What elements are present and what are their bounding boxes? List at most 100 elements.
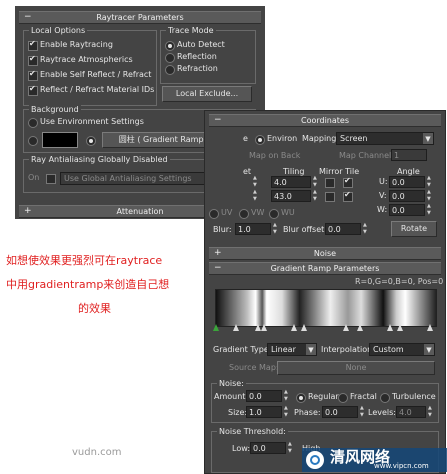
blur-offset-input[interactable]: 0.0	[325, 223, 361, 235]
refraction-radio[interactable]	[165, 65, 175, 75]
interpolation-dropdown[interactable]: Custom ▼	[369, 343, 435, 356]
mapping-value: Screen	[340, 134, 368, 143]
gradient-flag[interactable]	[301, 324, 307, 331]
wu-radio[interactable]	[269, 209, 279, 219]
size-input[interactable]: 1.0	[246, 406, 282, 418]
angle-u-input[interactable]: 0.0	[389, 176, 425, 188]
raytrace-atmospherics-label: Raytrace Atmospherics	[40, 55, 133, 64]
angle-v-input[interactable]: 0.0	[389, 190, 425, 202]
interpolation-value: Custom	[373, 345, 404, 354]
gradient-type-label: Gradient Type:	[213, 345, 272, 354]
auto-detect-radio[interactable]	[165, 41, 175, 51]
interpolation-label: Interpolation:	[321, 345, 375, 354]
angle-u-spinner[interactable]	[427, 175, 433, 189]
gradient-flag[interactable]	[397, 324, 403, 331]
angle-w-spinner[interactable]	[427, 203, 433, 217]
turbulence-radio[interactable]	[380, 393, 390, 403]
coordinates-title: Coordinates	[300, 116, 350, 125]
regular-radio[interactable]	[296, 393, 306, 403]
map-channel-label: Map Channel:	[339, 151, 394, 160]
size-spinner[interactable]	[284, 405, 290, 419]
antialias-dropdown[interactable]: Use Global Antialiasing Settings ▼	[60, 172, 220, 185]
turbulence-label: Turbulence	[392, 392, 436, 401]
material-editor-panel: − Coordinates e Environ Mapping: Screen …	[204, 110, 446, 474]
tile-v-checkbox[interactable]	[343, 190, 353, 202]
noise-rollout-header[interactable]: + Noise	[209, 247, 441, 260]
tiling-v-input[interactable]: 43.0	[271, 190, 311, 202]
amount-input[interactable]: 0.0	[246, 390, 282, 402]
gradient-flag[interactable]	[357, 324, 363, 331]
blur-offset-label: Blur offset:	[283, 225, 327, 234]
self-reflect-checkbox[interactable]	[28, 69, 38, 81]
environ-label: Environ	[267, 134, 298, 143]
brand-logo-icon	[306, 451, 324, 469]
amount-label: Amount:	[214, 392, 249, 401]
material-ids-checkbox[interactable]	[28, 84, 38, 96]
local-exclude-button[interactable]: Local Exclude...	[162, 86, 252, 102]
levels-label: Levels:	[368, 408, 396, 417]
gradient-ramp-bar[interactable]	[215, 289, 437, 327]
background-color-radio[interactable]	[28, 136, 38, 146]
gradient-flag[interactable]	[387, 324, 393, 331]
environ-radio[interactable]	[255, 135, 265, 145]
v-label: V:	[379, 191, 387, 200]
fractal-radio[interactable]	[338, 393, 348, 403]
levels-spinner[interactable]	[428, 405, 434, 419]
gradient-flag[interactable]	[291, 324, 297, 331]
low-input[interactable]: 0.0	[250, 442, 286, 454]
gradient-rollout-header[interactable]: − Gradient Ramp Parameters	[209, 262, 441, 275]
mapping-label: Mapping:	[302, 134, 340, 143]
uv-radio[interactable]	[209, 209, 219, 219]
phase-input[interactable]: 0.0	[322, 406, 358, 418]
source-map-button[interactable]: None	[277, 361, 435, 375]
reflection-radio[interactable]	[165, 53, 175, 63]
enable-raytracing-checkbox[interactable]	[28, 39, 38, 51]
chevron-down-icon: ▼	[423, 133, 433, 144]
gradient-flag[interactable]	[261, 324, 267, 331]
noise-threshold-label: Noise Threshold:	[217, 426, 288, 437]
tiling-u-input[interactable]: 4.0	[271, 176, 311, 188]
offset-u-spinner[interactable]	[253, 175, 259, 189]
background-map-radio[interactable]	[86, 136, 96, 146]
map-channel-input[interactable]: 1	[391, 149, 427, 161]
noise-group: Noise: Amount: 0.0 Regular Fractal Turbu…	[211, 378, 439, 423]
gradient-flag[interactable]	[343, 324, 349, 331]
raytrace-atmospherics-checkbox[interactable]	[28, 54, 38, 66]
local-options-group: Local Options Enable Raytracing Raytrace…	[23, 25, 157, 106]
phase-spinner[interactable]	[360, 405, 366, 419]
gradient-type-dropdown[interactable]: Linear ▼	[267, 343, 317, 356]
blur-spinner[interactable]	[273, 222, 279, 236]
source-map-label: Source Map:	[229, 363, 279, 372]
gradient-flag-active[interactable]	[213, 324, 219, 331]
tiling-u-spinner[interactable]	[313, 175, 319, 189]
use-environment-radio[interactable]	[28, 118, 38, 128]
noise-title: Noise	[313, 249, 337, 258]
mirror-u-checkbox[interactable]	[325, 178, 335, 188]
background-color-swatch[interactable]	[42, 132, 78, 148]
regular-label: Regular	[308, 392, 339, 401]
tiling-v-spinner[interactable]	[313, 189, 319, 203]
tile-u-checkbox[interactable]	[343, 176, 353, 188]
antialias-on-checkbox[interactable]	[46, 174, 56, 184]
gradient-flag[interactable]	[427, 324, 433, 331]
vw-radio[interactable]	[239, 209, 249, 219]
brand-url: www.vipcn.com	[374, 462, 429, 470]
raytracer-rollout-header[interactable]: − Raytracer Parameters	[19, 11, 261, 24]
amount-spinner[interactable]	[284, 389, 290, 403]
mapping-dropdown[interactable]: Screen ▼	[336, 132, 434, 145]
gradient-flag[interactable]	[233, 324, 239, 331]
self-reflect-label: Enable Self Reflect / Refract	[40, 70, 152, 79]
offset-v-spinner[interactable]	[253, 189, 259, 203]
low-spinner[interactable]	[288, 441, 294, 455]
blur-input[interactable]: 1.0	[235, 223, 271, 235]
levels-input[interactable]: 4.0	[396, 406, 426, 418]
blur-offset-spinner[interactable]	[363, 222, 369, 236]
angle-v-spinner[interactable]	[427, 189, 433, 203]
mirror-v-checkbox[interactable]	[325, 192, 335, 202]
angle-w-input[interactable]: 0.0	[389, 204, 425, 216]
mirror-tile-header: Mirror Tile	[319, 167, 360, 176]
rotate-button[interactable]: Rotate	[391, 221, 437, 237]
w-label: W:	[377, 205, 388, 214]
annotation-line-2: 中用gradientramp来创造自己想	[6, 278, 170, 291]
coordinates-rollout-header[interactable]: − Coordinates	[209, 114, 441, 127]
